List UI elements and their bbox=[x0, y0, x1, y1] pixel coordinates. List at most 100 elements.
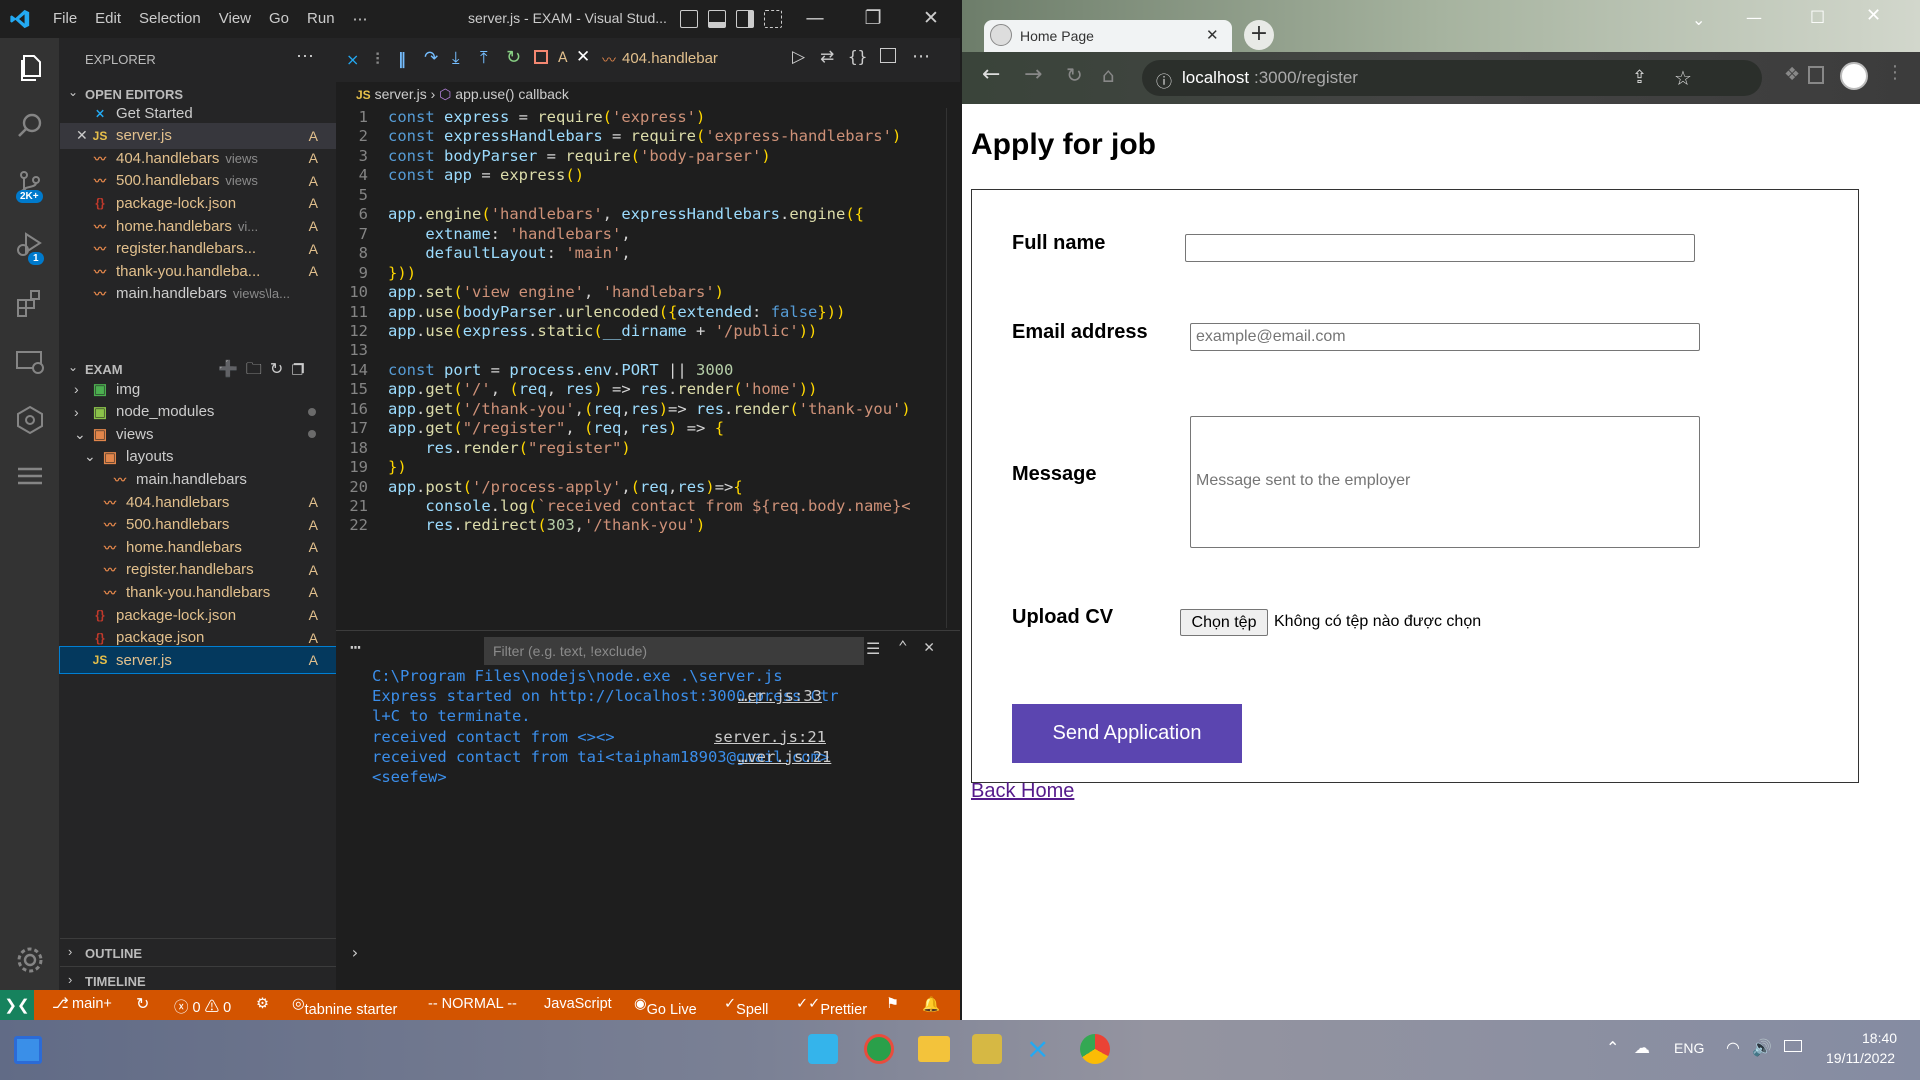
email-input[interactable]: example@email.com bbox=[1190, 323, 1700, 351]
source-control-icon[interactable]: 2K+ bbox=[14, 168, 46, 203]
code-line[interactable]: 22 res.redirect(303,'/thank-you') bbox=[336, 516, 705, 540]
back-icon[interactable]: ← bbox=[982, 62, 1000, 87]
drag-handle-icon[interactable]: ⠇ bbox=[374, 50, 386, 69]
source-link[interactable]: server.js:21 bbox=[714, 728, 826, 746]
vscode-taskbar-icon[interactable]: ⨯ bbox=[1026, 1034, 1056, 1064]
maximize-icon[interactable]: □ bbox=[1810, 6, 1825, 25]
side-panel-icon[interactable] bbox=[1808, 66, 1824, 84]
gitlens-icon[interactable] bbox=[14, 404, 46, 436]
vscode-tab-icon[interactable]: ⨯ bbox=[346, 50, 359, 69]
profile-avatar[interactable] bbox=[1840, 62, 1868, 90]
close-window-icon[interactable]: ✕ bbox=[916, 7, 946, 29]
code-editor[interactable]: 1 const express = require('express') 2 cons… bbox=[336, 108, 960, 628]
wifi-icon[interactable]: ◠ bbox=[1726, 1038, 1740, 1057]
stop-icon[interactable] bbox=[534, 50, 548, 64]
clear-output-icon[interactable]: ☰ bbox=[866, 639, 880, 658]
tree-file[interactable]: JS server.js A bbox=[59, 646, 337, 675]
sync-icon[interactable]: ↻ bbox=[136, 994, 149, 1014]
full-name-input[interactable] bbox=[1185, 234, 1695, 262]
feedback-icon[interactable]: ⚑ bbox=[886, 996, 899, 1012]
breadcrumb-symbol[interactable]: app.use() callback bbox=[455, 86, 569, 102]
share-icon[interactable]: ⇪ bbox=[1632, 67, 1647, 88]
restart-icon[interactable]: ↻ bbox=[506, 47, 521, 68]
battery-icon[interactable] bbox=[1784, 1040, 1802, 1052]
restore-icon[interactable]: ❐ bbox=[858, 7, 888, 29]
remote-explorer-icon[interactable] bbox=[14, 346, 46, 378]
reload-icon[interactable]: ↻ bbox=[1066, 63, 1083, 87]
chrome-icon[interactable] bbox=[1080, 1034, 1110, 1064]
address-bar[interactable]: ⓘ localhost :3000/register ⇪ ☆ bbox=[1142, 60, 1762, 96]
close-editor-icon[interactable]: ✕ bbox=[76, 127, 88, 144]
workspace-title[interactable]: EXAM bbox=[85, 362, 123, 377]
prettier-button[interactable]: ✓✓ Prettier bbox=[796, 996, 867, 1018]
browser-menu-icon[interactable]: ⋮ bbox=[1886, 62, 1904, 83]
bookmark-star-icon[interactable]: ☆ bbox=[1674, 66, 1692, 90]
code-line[interactable]: 12 app.use(express.static(__dirname + '/p… bbox=[336, 322, 817, 346]
step-out-icon[interactable]: ⤒ bbox=[480, 48, 488, 68]
filter-input[interactable]: Filter (e.g. text, !exclude) bbox=[484, 637, 864, 665]
minimize-icon[interactable]: — bbox=[800, 7, 830, 29]
explorer-more-icon[interactable]: ⋯ bbox=[296, 46, 314, 67]
menu-item[interactable]: View bbox=[210, 10, 260, 28]
source-link[interactable]: …er.js:33 bbox=[738, 687, 822, 705]
step-into-icon[interactable]: ⤓ bbox=[452, 48, 460, 68]
chrome-dev-icon[interactable] bbox=[864, 1034, 894, 1064]
compare-icon[interactable]: ⇄ bbox=[820, 47, 834, 67]
pause-icon[interactable]: ‖ bbox=[398, 49, 406, 68]
tab-404[interactable]: 404.handlebar bbox=[622, 50, 718, 67]
editor-scrollbar[interactable] bbox=[946, 108, 960, 628]
paint-icon[interactable] bbox=[972, 1034, 1002, 1064]
problems-indicator[interactable]: ⓧ 0 ⚠ 0 bbox=[174, 996, 231, 1017]
menu-item[interactable]: ⋯ bbox=[344, 10, 377, 28]
debug-status-icon[interactable]: ⚙ bbox=[256, 996, 269, 1012]
toggle-panel-icon[interactable] bbox=[708, 10, 726, 28]
customize-layout-icon[interactable] bbox=[764, 10, 782, 28]
more-views-icon[interactable] bbox=[14, 460, 46, 492]
language-mode[interactable]: JavaScript bbox=[544, 996, 612, 1012]
outline-title[interactable]: OUTLINE bbox=[85, 946, 142, 961]
toggle-sidebar-icon[interactable] bbox=[680, 10, 698, 28]
menu-item[interactable]: Selection bbox=[130, 10, 210, 28]
close-tab-icon[interactable]: ✕ bbox=[576, 47, 590, 67]
tab-search-icon[interactable]: ⌄ bbox=[1692, 10, 1705, 29]
search-icon[interactable] bbox=[14, 110, 46, 142]
step-over-icon[interactable]: ↷ bbox=[424, 48, 438, 68]
branch-name[interactable]: main+ bbox=[72, 996, 112, 1012]
maximize-panel-icon[interactable]: ⌃ bbox=[898, 637, 908, 656]
home-icon[interactable]: ⌂ bbox=[1102, 63, 1115, 87]
run-icon[interactable]: ▷ bbox=[792, 47, 805, 67]
tabnine-status[interactable]: ◎ tabnine starter bbox=[292, 996, 397, 1018]
menu-item[interactable]: File bbox=[44, 10, 86, 28]
remote-indicator-icon[interactable]: ❯❮ bbox=[0, 990, 34, 1020]
settings-gear-icon[interactable] bbox=[14, 944, 46, 976]
back-home-link[interactable]: Back Home bbox=[971, 780, 1074, 803]
forward-icon[interactable]: → bbox=[1024, 62, 1042, 87]
browser-tab[interactable]: Home Page ✕ bbox=[984, 20, 1232, 54]
go-live-button[interactable]: ◉ Go Live bbox=[634, 996, 697, 1018]
extensions-icon[interactable] bbox=[14, 286, 46, 318]
new-tab-icon[interactable]: + bbox=[1244, 20, 1274, 50]
more-actions-icon[interactable]: ⋯ bbox=[912, 46, 930, 67]
onedrive-cloud-icon[interactable]: ☁ bbox=[1634, 1038, 1650, 1057]
clock-date[interactable]: 19/11/2022 bbox=[1826, 1050, 1895, 1066]
notifications-bell-icon[interactable]: 🔔 bbox=[922, 996, 940, 1013]
open-editor-item[interactable]: 〰 main.handlebars views\la... bbox=[60, 281, 336, 307]
toggle-secondary-sidebar-icon[interactable] bbox=[736, 10, 754, 28]
show-hidden-icons-icon[interactable]: ⌃ bbox=[1606, 1038, 1619, 1057]
windows-start-icon[interactable] bbox=[808, 1034, 838, 1064]
send-application-button[interactable]: Send Application bbox=[1012, 704, 1242, 763]
close-tab-icon[interactable]: ✕ bbox=[1206, 26, 1219, 44]
braces-icon[interactable]: {} bbox=[848, 47, 867, 66]
minimize-icon[interactable]: — bbox=[1746, 8, 1762, 27]
close-panel-icon[interactable]: ✕ bbox=[924, 637, 934, 657]
close-window-icon[interactable]: ✕ bbox=[1866, 5, 1881, 26]
file-explorer-icon[interactable] bbox=[918, 1036, 950, 1062]
menu-item[interactable]: Go bbox=[260, 10, 298, 28]
panel-more-icon[interactable]: ⋯ bbox=[350, 637, 361, 658]
language-indicator[interactable]: ENG bbox=[1674, 1040, 1704, 1056]
start-icon[interactable] bbox=[14, 1036, 42, 1064]
explorer-icon[interactable] bbox=[14, 52, 46, 84]
extensions-puzzle-icon[interactable]: ❖ bbox=[1784, 64, 1800, 85]
breadcrumb-file[interactable]: server.js bbox=[375, 86, 427, 102]
clock-time[interactable]: 18:40 bbox=[1862, 1030, 1897, 1046]
